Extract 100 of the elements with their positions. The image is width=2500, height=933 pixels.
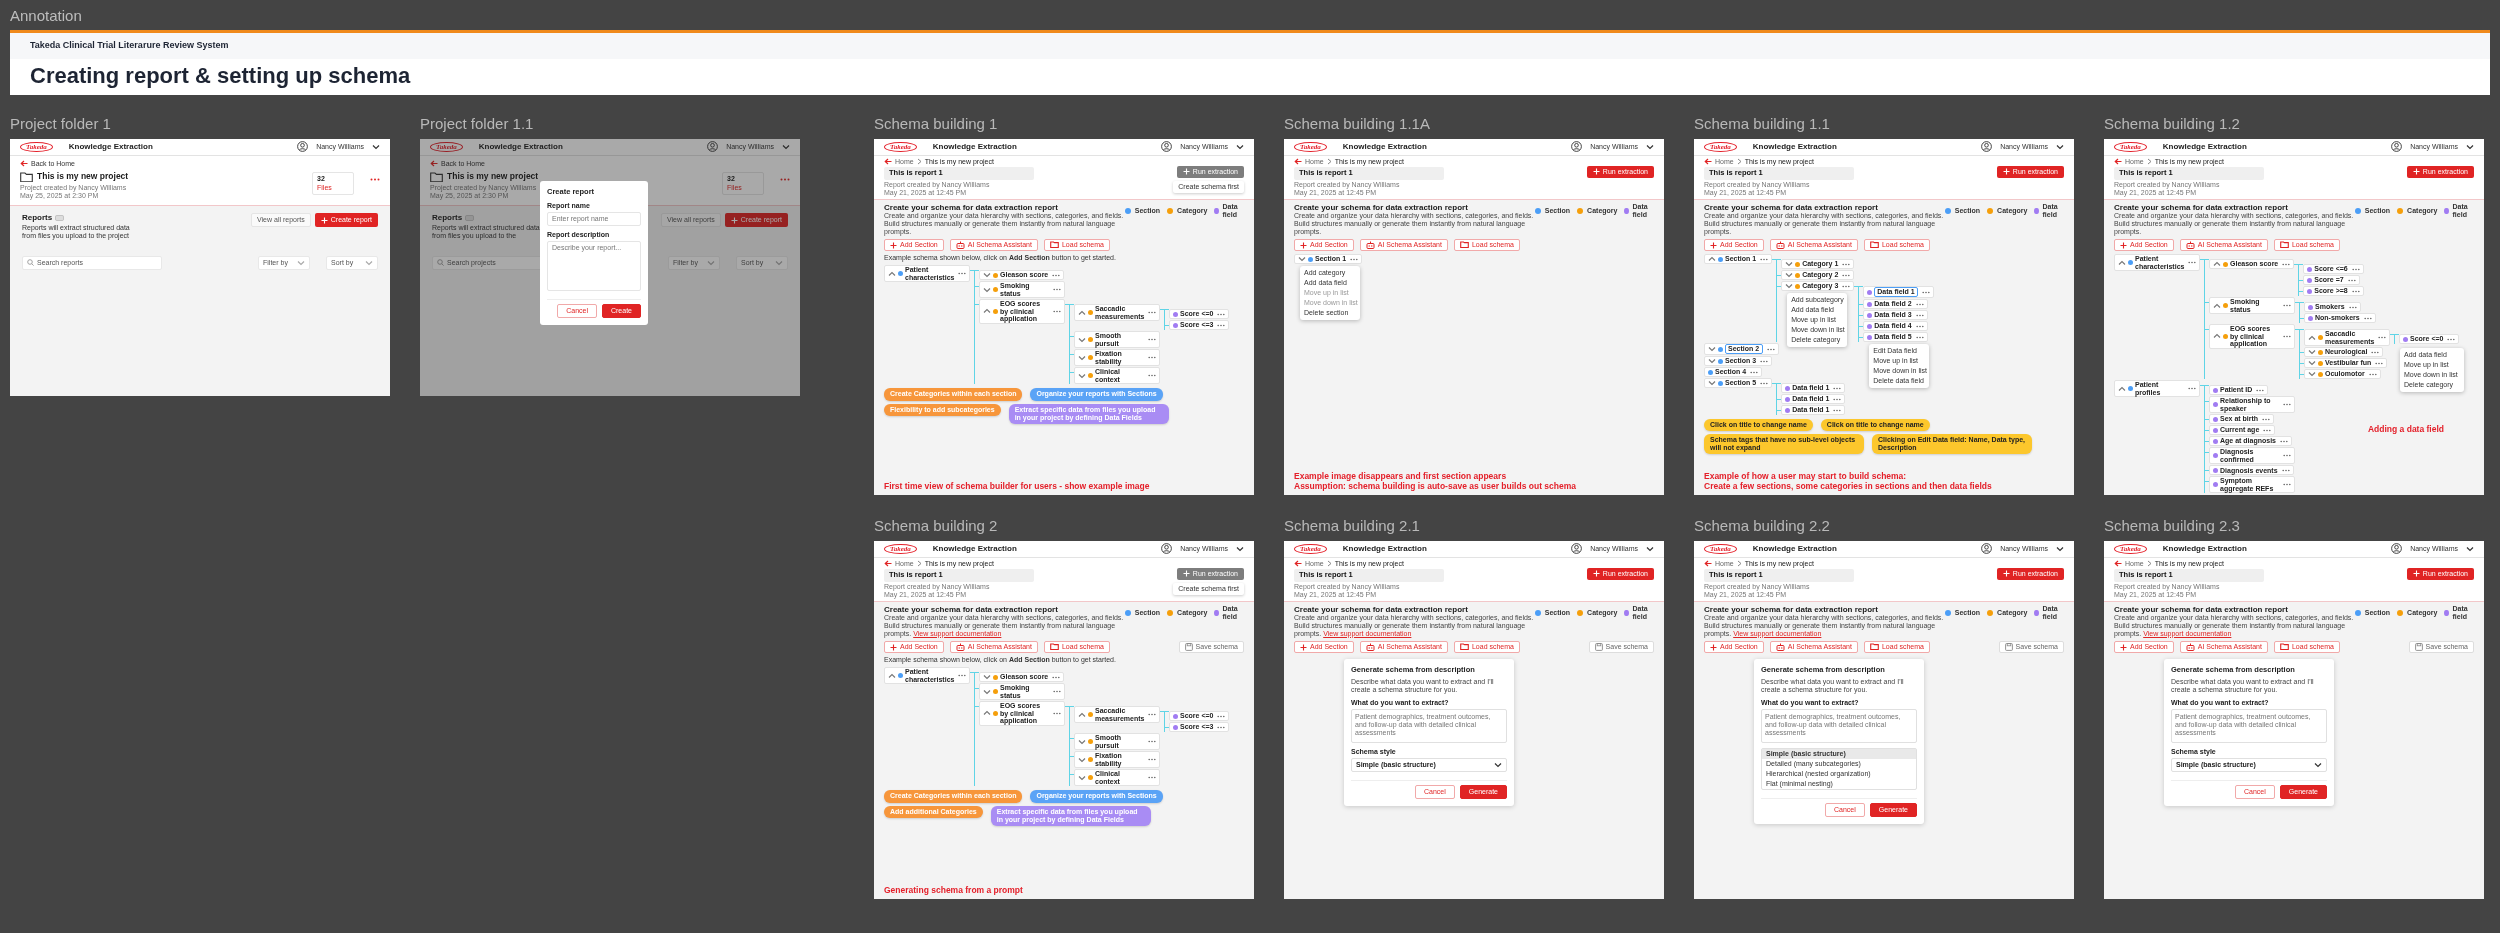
more-icon[interactable] xyxy=(1831,386,1842,390)
user-icon[interactable] xyxy=(1981,141,1993,153)
more-icon[interactable] xyxy=(956,272,967,276)
folder-icon xyxy=(20,171,33,183)
more-icon[interactable] xyxy=(1748,370,1759,374)
more-icon[interactable] xyxy=(1840,273,1851,277)
more-icon[interactable] xyxy=(370,177,380,181)
more-icon[interactable] xyxy=(1831,397,1842,401)
more-icon[interactable] xyxy=(1146,356,1156,360)
more-icon[interactable] xyxy=(2279,468,2290,472)
more-icon[interactable] xyxy=(1146,713,1157,717)
arrow-left-icon[interactable] xyxy=(884,560,892,568)
more-icon[interactable] xyxy=(1215,323,1226,327)
user-icon[interactable] xyxy=(1161,141,1173,153)
user-icon[interactable] xyxy=(1161,543,1173,555)
more-icon[interactable] xyxy=(1913,324,1924,328)
more-icon[interactable] xyxy=(1146,374,1156,378)
more-icon[interactable] xyxy=(2281,334,2291,338)
more-icon[interactable] xyxy=(1758,381,1769,385)
user-icon[interactable] xyxy=(1571,543,1583,555)
more-icon[interactable] xyxy=(1840,262,1851,266)
plus-icon xyxy=(2002,168,2010,176)
more-icon[interactable] xyxy=(1051,288,1061,292)
user-icon[interactable] xyxy=(297,141,309,153)
more-icon[interactable] xyxy=(1758,257,1769,261)
more-icon[interactable] xyxy=(1146,311,1157,315)
arrow-left-icon[interactable] xyxy=(2114,158,2122,166)
more-icon[interactable] xyxy=(2280,262,2291,266)
more-icon[interactable] xyxy=(2186,261,2197,265)
more-icon[interactable] xyxy=(1215,725,1226,729)
chevron-down-icon xyxy=(2466,545,2474,552)
folder-icon xyxy=(1869,241,1879,249)
more-icon[interactable] xyxy=(2260,417,2271,421)
more-icon[interactable] xyxy=(2254,388,2265,392)
frame-title: Schema building 1.2 xyxy=(2104,113,2241,134)
user-icon[interactable] xyxy=(707,141,719,153)
more-icon[interactable] xyxy=(1919,290,1930,294)
more-icon[interactable] xyxy=(1051,690,1061,694)
more-icon[interactable] xyxy=(1348,257,1359,261)
arrow-left-icon[interactable] xyxy=(2114,560,2122,568)
more-icon[interactable] xyxy=(1050,675,1061,679)
more-icon[interactable] xyxy=(1050,273,1061,277)
arrow-left-icon[interactable] xyxy=(1294,158,1302,166)
arrow-left-icon[interactable] xyxy=(1704,158,1712,166)
arrow-left-icon[interactable] xyxy=(20,160,28,168)
user-icon[interactable] xyxy=(2391,141,2403,153)
more-icon[interactable] xyxy=(1765,347,1775,351)
more-icon[interactable] xyxy=(1913,302,1924,306)
user-icon[interactable] xyxy=(1981,543,1993,555)
more-icon[interactable] xyxy=(2369,350,2380,354)
more-icon[interactable] xyxy=(2373,361,2384,365)
app-name: Knowledge Extraction xyxy=(1342,544,1427,554)
more-icon[interactable] xyxy=(2281,454,2291,458)
more-icon[interactable] xyxy=(1146,338,1156,342)
more-icon[interactable] xyxy=(2445,337,2456,341)
node-dot xyxy=(2223,261,2228,267)
more-icon[interactable] xyxy=(1840,284,1851,288)
more-icon[interactable] xyxy=(2281,403,2291,407)
node-dot xyxy=(1088,775,1093,781)
more-icon[interactable] xyxy=(2278,439,2288,443)
more-icon[interactable] xyxy=(2345,278,2356,282)
more-icon[interactable] xyxy=(2281,304,2291,308)
arrow-left-icon[interactable] xyxy=(430,160,438,168)
more-icon[interactable] xyxy=(2349,267,2360,271)
arrow-left-icon[interactable] xyxy=(1704,560,1712,568)
more-icon[interactable] xyxy=(2261,428,2272,432)
more-icon[interactable] xyxy=(2361,316,2372,320)
more-icon[interactable] xyxy=(1215,714,1226,718)
arrow-left-icon[interactable] xyxy=(884,158,892,166)
more-icon[interactable] xyxy=(2366,372,2377,376)
more-icon[interactable] xyxy=(1913,335,1924,339)
node-dot xyxy=(1785,396,1791,402)
user-icon[interactable] xyxy=(1571,141,1583,153)
more-icon[interactable] xyxy=(1215,312,1226,316)
more-icon[interactable] xyxy=(1146,758,1156,762)
node-dot xyxy=(1708,369,1713,375)
more-icon[interactable] xyxy=(956,674,967,678)
node-dot xyxy=(1867,312,1873,318)
more-icon[interactable] xyxy=(1146,776,1156,780)
more-icon[interactable] xyxy=(1913,313,1924,317)
user-icon[interactable] xyxy=(2391,543,2403,555)
more-icon[interactable] xyxy=(2346,305,2357,309)
plus-icon xyxy=(2120,241,2127,249)
arrow-left-icon[interactable] xyxy=(1294,560,1302,568)
annotation-caption: Generating schema from a prompt xyxy=(884,886,1024,896)
more-icon[interactable] xyxy=(2349,289,2360,293)
app-name: Knowledge Extraction xyxy=(932,142,1017,152)
folder-icon xyxy=(1869,643,1879,651)
search-icon xyxy=(27,259,34,267)
more-icon[interactable] xyxy=(1146,740,1156,744)
more-icon[interactable] xyxy=(1051,310,1061,313)
more-icon[interactable] xyxy=(2186,387,2196,391)
more-icon[interactable] xyxy=(1051,712,1061,715)
more-icon[interactable] xyxy=(1758,359,1769,363)
more-icon[interactable] xyxy=(2281,483,2291,487)
more-icon[interactable] xyxy=(1831,408,1842,412)
more-icon[interactable] xyxy=(780,177,790,181)
folder-icon xyxy=(1459,241,1469,249)
more-icon[interactable] xyxy=(2376,336,2387,340)
robot-icon xyxy=(1775,643,1785,651)
